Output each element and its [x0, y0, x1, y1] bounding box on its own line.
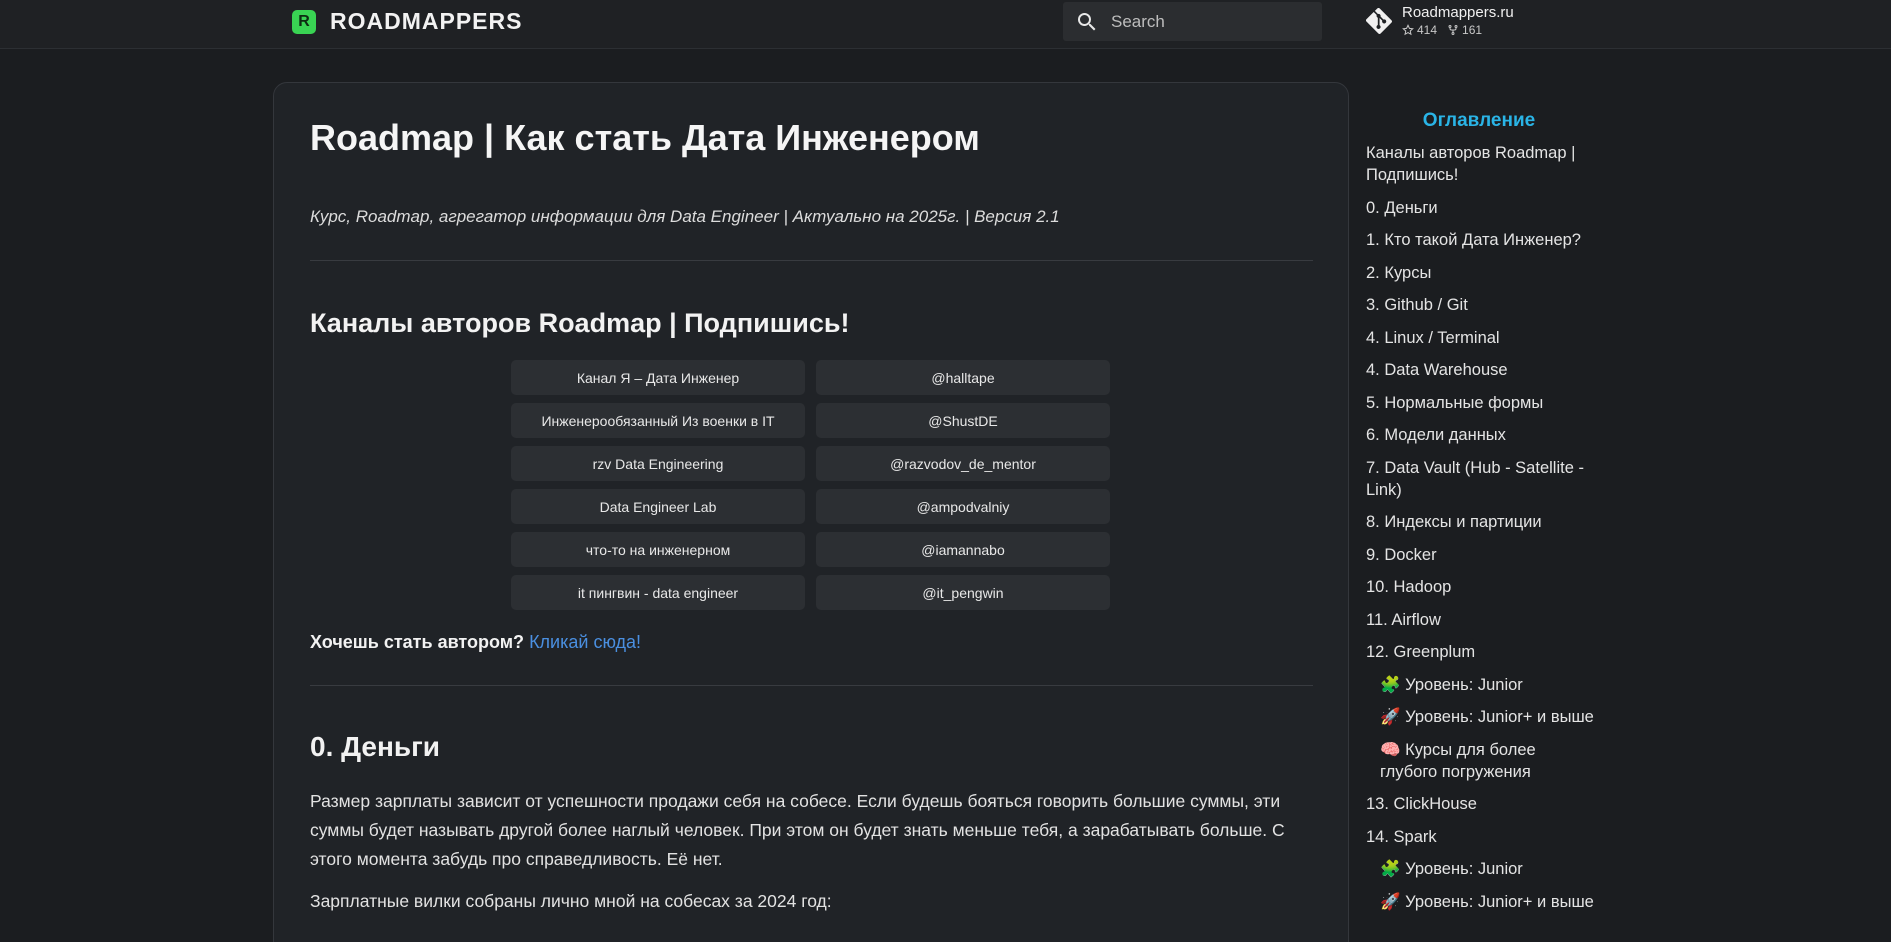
toc-item[interactable]: 11. Airflow [1366, 609, 1596, 631]
search-box[interactable] [1063, 2, 1322, 41]
search-input[interactable] [1111, 11, 1301, 32]
page-title: Roadmap | Как стать Дата Инженером [310, 117, 980, 158]
toc-item[interactable]: 12. Greenplum [1366, 641, 1596, 663]
channel-handle-button[interactable]: @ShustDE [816, 403, 1110, 438]
toc-item[interactable]: 7. Data Vault (Hub - Satellite - Link) [1366, 457, 1596, 501]
page-subtitle: Курс, Roadmap, агрегатор информации для … [310, 207, 1060, 226]
logo-icon[interactable]: R [292, 10, 316, 34]
toc-item[interactable]: 8. Индексы и партиции [1366, 511, 1596, 533]
toc-item[interactable]: 4. Data Warehouse [1366, 359, 1596, 381]
toc-item[interactable]: 🧠 Курсы для более глубого погружения [1366, 739, 1596, 783]
search-icon [1078, 12, 1096, 30]
channel-name-button[interactable]: что-то на инженерном [511, 532, 805, 567]
stars-count: 414 [1417, 23, 1438, 37]
top-bar: R ROADMAPPERS Roadmappers.ru 414 161 [0, 0, 1891, 49]
divider [310, 260, 1313, 261]
salary-intro: Зарплатные вилки собраны лично мной на с… [310, 891, 832, 911]
channel-handle-button[interactable]: @razvodov_de_mentor [816, 446, 1110, 481]
money-paragraph: Размер зарплаты зависит от успешности пр… [310, 791, 1285, 869]
toc-item[interactable]: 5. Нормальные формы [1366, 392, 1596, 414]
become-author-question: Хочешь стать автором? [310, 632, 525, 652]
become-author-link[interactable]: Кликай сюда! [529, 632, 641, 652]
toc-item[interactable]: 🚀 Уровень: Junior+ и выше [1366, 891, 1596, 913]
git-icon [1366, 7, 1392, 34]
channel-name-button[interactable]: Канал Я – Дата Инженер [511, 360, 805, 395]
toc-item[interactable]: 0. Деньги [1366, 197, 1596, 219]
toc-item[interactable]: 🧩 Уровень: Junior [1366, 674, 1596, 696]
channel-handle-button[interactable]: @ampodvalniy [816, 489, 1110, 524]
toc-item[interactable]: 10. Hadoop [1366, 576, 1596, 598]
channel-handle-button[interactable]: @it_pengwin [816, 575, 1110, 610]
article-card: Roadmap | Как стать Дата Инженером Курс,… [273, 82, 1349, 942]
channel-name-button[interactable]: it пингвин - data engineer [511, 575, 805, 610]
toc-item[interactable]: 1. Кто такой Дата Инженер? [1366, 229, 1596, 251]
forks-count: 161 [1462, 23, 1483, 37]
table-of-contents: Оглавление Каналы авторов Roadmap | Подп… [1366, 110, 1596, 923]
channel-name-button[interactable]: Data Engineer Lab [511, 489, 805, 524]
toc-item[interactable]: 13. ClickHouse [1366, 793, 1596, 815]
star-icon [1402, 24, 1414, 36]
channels-grid: Канал Я – Дата Инженер @halltape Инженер… [511, 360, 1110, 610]
toc-item[interactable]: 4. Linux / Terminal [1366, 327, 1596, 349]
toc-item[interactable]: 6. Модели данных [1366, 424, 1596, 446]
channel-name-button[interactable]: rzv Data Engineering [511, 446, 805, 481]
toc-item[interactable]: 14. Spark [1366, 826, 1596, 848]
toc-item[interactable]: 9. Docker [1366, 544, 1596, 566]
repo-stars: 414 [1402, 23, 1437, 37]
divider [310, 685, 1313, 686]
repo-link[interactable]: Roadmappers.ru 414 161 [1366, 4, 1514, 37]
toc-item[interactable]: 🧩 Уровень: Junior [1366, 858, 1596, 880]
channel-name-button[interactable]: Инженерообязанный Из военки в IT [511, 403, 805, 438]
channel-handle-button[interactable]: @halltape [816, 360, 1110, 395]
repo-forks: 161 [1447, 23, 1482, 37]
toc-item[interactable]: Каналы авторов Roadmap | Подпишись! [1366, 142, 1596, 186]
money-heading: 0. Деньги [310, 731, 440, 762]
repo-name: Roadmappers.ru [1402, 4, 1514, 21]
fork-icon [1448, 25, 1458, 35]
toc-item[interactable]: 3. Github / Git [1366, 294, 1596, 316]
toc-item[interactable]: 2. Курсы [1366, 262, 1596, 284]
toc-item[interactable]: 🚀 Уровень: Junior+ и выше [1366, 706, 1596, 728]
toc-title: Оглавление [1422, 110, 1536, 131]
site-title[interactable]: ROADMAPPERS [330, 8, 522, 35]
channel-handle-button[interactable]: @iamannabo [816, 532, 1110, 567]
channels-heading: Каналы авторов Roadmap | Подпишись! [310, 308, 850, 338]
toc-list: Каналы авторов Roadmap | Подпишись! 0. Де… [1366, 142, 1596, 913]
become-author-line: Хочешь стать автором? Кликай сюда! [310, 632, 641, 653]
